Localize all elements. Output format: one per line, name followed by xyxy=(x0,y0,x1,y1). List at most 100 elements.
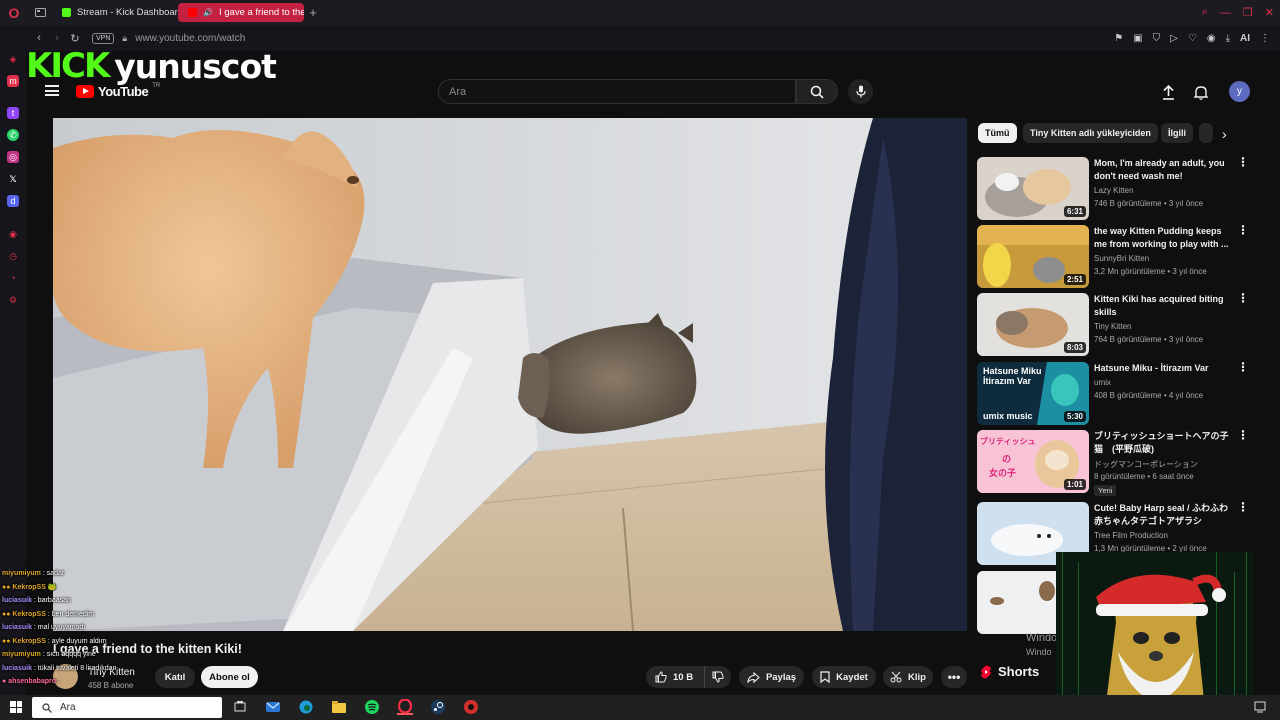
video-player[interactable] xyxy=(53,118,967,631)
notification-center-icon[interactable] xyxy=(1252,699,1268,715)
join-button[interactable]: Katıl xyxy=(155,666,195,688)
menu-more-icon[interactable]: ⋮ xyxy=(1260,33,1270,44)
chat-text: : xyxy=(56,678,60,685)
settings-gear-icon[interactable]: ⚙ xyxy=(7,294,19,306)
more-vertical-icon[interactable]: ⋮ xyxy=(1237,429,1249,441)
discord-icon[interactable]: d xyxy=(7,195,19,207)
player-sidebar-icon[interactable]: ◉ xyxy=(7,228,19,240)
chip-related[interactable]: İlgili xyxy=(1161,123,1193,143)
back-icon[interactable]: ‹ xyxy=(30,32,48,44)
upload-icon xyxy=(1162,84,1174,100)
file-explorer-icon[interactable] xyxy=(331,699,347,715)
maximize-icon[interactable]: ❐ xyxy=(1243,6,1253,19)
clip-button[interactable]: Klip xyxy=(883,666,933,688)
subscribe-button[interactable]: Abone ol xyxy=(201,666,258,688)
youtube-logo[interactable]: YouTube TR xyxy=(76,83,160,99)
watermark-line: Windo xyxy=(1026,632,1058,644)
voice-search-button[interactable] xyxy=(848,79,873,104)
youtube-play-icon xyxy=(76,85,94,98)
notifications-button[interactable] xyxy=(1191,82,1211,102)
chevron-right-icon[interactable]: › xyxy=(1222,126,1227,142)
tab-youtube-video[interactable]: 🔊 I gave a friend to the k xyxy=(178,3,304,22)
search-button[interactable] xyxy=(796,79,838,104)
hamburger-menu-icon[interactable] xyxy=(45,85,59,96)
more-vertical-icon[interactable]: ⋮ xyxy=(1237,224,1249,236)
minimize-icon[interactable]: — xyxy=(1220,7,1231,19)
url-field[interactable]: www.youtube.com/watch xyxy=(135,33,245,44)
close-icon[interactable]: ✕ xyxy=(1265,6,1274,19)
opera-taskbar-icon[interactable] xyxy=(397,699,413,715)
shorts-section-header[interactable]: Shorts xyxy=(980,664,1039,679)
spotify-icon[interactable] xyxy=(364,699,380,715)
search-input[interactable] xyxy=(449,85,795,98)
more-vertical-icon[interactable]: ⋮ xyxy=(1237,361,1249,373)
taskbar-search[interactable]: Ara xyxy=(32,697,222,718)
recommendation-item[interactable]: 8:03 Kitten Kiki has acquired biting ski… xyxy=(977,292,1252,357)
tab-label: Stream - Kick Dashboard xyxy=(77,7,178,18)
chip-overflow[interactable] xyxy=(1199,123,1213,143)
chat-badge-icon: ● xyxy=(2,678,7,685)
twitch-icon[interactable]: t xyxy=(7,107,19,119)
vpn-badge[interactable]: VPN xyxy=(92,32,115,44)
shield-icon[interactable]: ⛉ xyxy=(1153,33,1161,44)
windows-start-icon[interactable] xyxy=(10,701,22,713)
rec-meta: 746 B görüntüleme • 3 yıl önce xyxy=(1094,199,1204,208)
download-icon[interactable]: ⤓ xyxy=(1226,33,1230,44)
thumbnail: 8:03 xyxy=(977,293,1089,356)
user-avatar[interactable]: y xyxy=(1229,81,1250,102)
chat-message: ●● KekropSS : ben demedim xyxy=(2,608,152,622)
recommendation-item[interactable]: 2:51 the way Kitten Pudding keeps me fro… xyxy=(977,224,1252,289)
more-vertical-icon[interactable]: ⋮ xyxy=(1237,156,1249,168)
chat-username: KekropSS xyxy=(12,637,46,645)
opera-logo-icon[interactable]: O xyxy=(0,0,28,25)
tab-kick-dashboard[interactable]: Stream - Kick Dashboard xyxy=(52,3,178,22)
recommendation-item[interactable]: 6:31 Mom, I'm already an adult, you don'… xyxy=(977,156,1252,221)
rec-channel: umix xyxy=(1094,378,1111,387)
rec-title: the way Kitten Pudding keeps me from wor… xyxy=(1094,226,1229,249)
tab-snapshot-icon[interactable] xyxy=(28,0,52,25)
search-icon xyxy=(42,702,52,713)
chip-all[interactable]: Tümü xyxy=(978,123,1017,143)
ai-button[interactable]: AI xyxy=(1240,33,1250,44)
recommendation-item[interactable]: Hatsune Miku İtirazım Var umix music 5:3… xyxy=(977,361,1252,426)
chip-uploader[interactable]: Tiny Kitten adlı yükleyiciden xyxy=(1023,123,1158,143)
share-button[interactable]: Paylaş xyxy=(739,666,804,688)
reload-icon[interactable]: ↻ xyxy=(66,32,84,45)
camera-icon[interactable]: ◉ xyxy=(1207,33,1216,44)
instagram-icon[interactable]: ◎ xyxy=(7,151,19,163)
lock-icon[interactable]: 🔒︎ xyxy=(122,33,127,44)
new-badge: Yeni xyxy=(1094,485,1117,496)
player-icon[interactable]: ▷ xyxy=(1170,33,1178,44)
more-actions-button[interactable]: ••• xyxy=(941,666,967,688)
x-twitter-icon[interactable]: 𝕏 xyxy=(7,173,19,185)
save-button[interactable]: Kaydet xyxy=(812,666,876,688)
search-icon xyxy=(810,85,824,99)
task-view-icon[interactable] xyxy=(232,699,248,715)
upload-button[interactable] xyxy=(1158,82,1178,102)
new-tab-plus-icon[interactable]: + xyxy=(304,5,322,20)
snapshot-icon[interactable]: ▣ xyxy=(1133,33,1142,44)
mail-app-icon[interactable] xyxy=(265,699,281,715)
aria-icon[interactable]: ◈ xyxy=(7,53,19,65)
rec-channel: ドッグマンコーポレーション xyxy=(1094,460,1198,469)
forward-icon[interactable]: › xyxy=(48,32,66,44)
heart-icon[interactable]: ♡ xyxy=(1188,33,1197,44)
like-button[interactable]: 10 B xyxy=(646,666,704,688)
pinboard-icon[interactable]: ◔ xyxy=(7,272,19,284)
game-app-icon[interactable] xyxy=(463,699,479,715)
steam-icon[interactable] xyxy=(430,699,446,715)
search-tabs-icon[interactable]: ⌕ xyxy=(1202,6,1208,19)
messenger-icon[interactable]: m xyxy=(7,75,19,87)
more-vertical-icon[interactable]: ⋮ xyxy=(1237,292,1249,304)
duration-badge: 1:01 xyxy=(1063,479,1086,490)
dislike-button[interactable] xyxy=(704,666,731,688)
edge-browser-icon[interactable] xyxy=(298,699,314,715)
clip-label: Klip xyxy=(908,671,926,683)
thumbnail: 6:31 xyxy=(977,157,1089,220)
history-icon[interactable]: ◷ xyxy=(7,250,19,262)
address-bar-actions: ⚑ ▣ ⛉ ▷ ♡ ◉ ⤓ AI ⋮ xyxy=(1114,25,1270,51)
bookmark-flag-icon[interactable]: ⚑ xyxy=(1114,33,1123,44)
recommendation-item[interactable]: ブリティッシュ の 女の子 1:01 ブリティッシュショートヘアの子猫 (平野瓜… xyxy=(977,429,1252,496)
more-vertical-icon[interactable]: ⋮ xyxy=(1237,501,1249,513)
whatsapp-icon[interactable]: ✆ xyxy=(7,129,19,141)
